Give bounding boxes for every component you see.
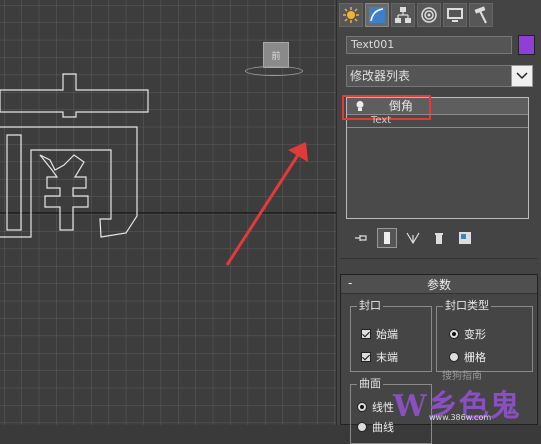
site-watermark: W乡色鬼 www.386w.com: [393, 381, 541, 425]
cap-type-group-title: 封口类型: [443, 299, 491, 313]
viewcube-ring[interactable]: [245, 66, 303, 76]
make-unique-icon: [406, 232, 420, 245]
cap-type-morph-option[interactable]: 变形: [449, 326, 486, 342]
cap-end-checkbox[interactable]: [361, 352, 371, 362]
configure-sets-icon: [459, 232, 471, 244]
cap-end-label: 末端: [376, 351, 398, 364]
make-unique-button[interactable]: [403, 228, 423, 248]
secondary-watermark: 搜狗指南: [442, 371, 482, 382]
modifier-list-toggle[interactable]: [511, 65, 533, 87]
sun-icon: [343, 7, 359, 23]
grid-label: 栅格: [464, 351, 486, 364]
modifier-stack[interactable]: 倒角 Text: [342, 95, 529, 219]
remove-modifier-button[interactable]: [429, 228, 449, 248]
stack-item-text[interactable]: Text: [347, 114, 528, 128]
cap-type-grid-option[interactable]: 栅格: [449, 349, 486, 365]
display-icon: [447, 8, 463, 22]
surface-group-title: 曲面: [357, 377, 383, 391]
capping-group-title: 封口: [357, 299, 383, 313]
rollout-header[interactable]: - 参数: [341, 275, 537, 294]
rollout-title: 参数: [426, 278, 451, 292]
modify-curve-icon: [369, 7, 385, 23]
linear-radio[interactable]: [357, 402, 367, 412]
stack-item-label: Text: [371, 115, 392, 126]
hierarchy-tab[interactable]: [391, 3, 415, 27]
utilities-tab[interactable]: [469, 3, 493, 27]
curved-label: 曲线: [372, 421, 394, 434]
stack-toolbar: [351, 228, 475, 248]
show-end-result-button[interactable]: [377, 228, 397, 248]
chevron-down-icon: [516, 72, 528, 80]
remove-modifier-icon: [435, 233, 443, 244]
create-tab[interactable]: [339, 3, 363, 27]
pin-stack-icon: [355, 235, 367, 241]
modifier-list-dropdown[interactable]: 修改器列表: [346, 65, 519, 87]
modify-tab[interactable]: [365, 3, 389, 27]
pin-stack-button[interactable]: [351, 228, 371, 248]
panel-divider: [340, 258, 537, 259]
display-tab[interactable]: [443, 3, 467, 27]
perspective-viewport[interactable]: 前: [0, 0, 336, 425]
capping-group: 封口 始端 末端: [350, 299, 432, 372]
cap-start-option[interactable]: 始端: [361, 326, 398, 342]
grid-radio[interactable]: [449, 352, 459, 362]
curved-radio[interactable]: [357, 422, 367, 432]
command-panel: Text001 修改器列表 倒角 Text - 参数 封口 始端 末端 封口类型…: [336, 0, 541, 444]
configure-sets-button[interactable]: [455, 228, 475, 248]
cap-start-label: 始端: [376, 328, 398, 341]
object-name-field[interactable]: Text001: [346, 36, 512, 54]
morph-label: 变形: [464, 328, 486, 341]
surface-curved-option[interactable]: 曲线: [357, 419, 394, 435]
linear-label: 线性: [372, 401, 394, 414]
hammer-icon: [474, 6, 487, 24]
cap-type-group: 封口类型 变形 栅格: [436, 299, 533, 372]
morph-radio[interactable]: [449, 329, 459, 339]
command-panel-tabs: [339, 3, 493, 29]
motion-tab[interactable]: [417, 3, 441, 27]
object-color-swatch[interactable]: [518, 35, 535, 55]
stack-item-bevel[interactable]: 倒角: [342, 95, 528, 120]
watermark-url: www.386w.com: [429, 413, 492, 422]
viewcube-label: 前: [271, 52, 281, 62]
viewcube-face[interactable]: 前: [263, 42, 289, 68]
show-end-result-icon: [384, 232, 390, 244]
cap-start-checkbox[interactable]: [361, 329, 371, 339]
hierarchy-icon: [395, 7, 411, 23]
viewcube[interactable]: 前: [243, 38, 305, 78]
cap-end-option[interactable]: 末端: [361, 349, 398, 365]
surface-linear-option[interactable]: 线性: [357, 399, 394, 415]
motion-icon: [421, 7, 437, 23]
